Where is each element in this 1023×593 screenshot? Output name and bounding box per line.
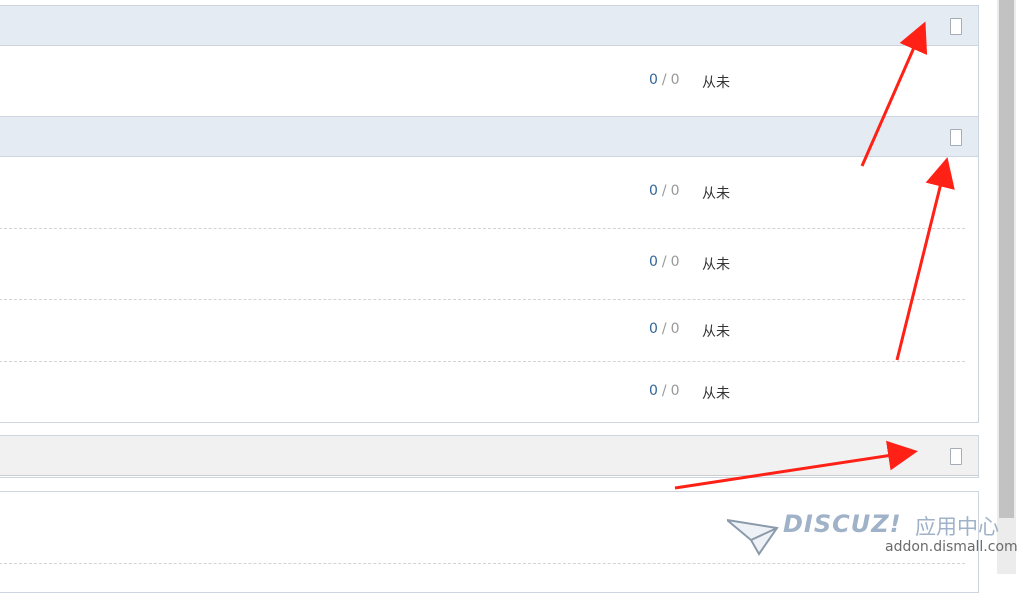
watermark-cn-label: 应用中心 bbox=[915, 515, 999, 539]
forum-stats: 0/0 bbox=[649, 183, 680, 199]
forum-stats: 0/0 bbox=[649, 321, 680, 337]
forum-post-count[interactable]: 0 bbox=[649, 321, 658, 337]
forum-last-post: 从未 bbox=[702, 75, 730, 91]
forum-group-3-header bbox=[0, 436, 978, 476]
forum-row: 0/0 从未 bbox=[0, 46, 978, 116]
paper-plane-icon bbox=[727, 518, 779, 556]
forum-stats: 0/0 bbox=[649, 72, 680, 88]
forum-last-post: 从未 bbox=[702, 386, 730, 402]
forum-view-count: 0 bbox=[670, 383, 680, 399]
forum-row: 0/0 从未 bbox=[0, 361, 978, 422]
collapse-toggle-icon[interactable] bbox=[950, 129, 962, 146]
forum-group-1: 0/0 从未 bbox=[0, 5, 979, 117]
collapse-toggle-icon[interactable] bbox=[950, 448, 962, 465]
forum-stats: 0/0 bbox=[649, 254, 680, 270]
forum-stats: 0/0 bbox=[649, 383, 680, 399]
forum-post-count[interactable]: 0 bbox=[649, 383, 658, 399]
watermark-url: addon.dismall.com bbox=[885, 539, 1018, 555]
forum-group-2: 0/0 从未 0/0 从未 0/0 从未 0/0 从未 bbox=[0, 116, 979, 423]
forum-row: 0/0 从未 bbox=[0, 157, 978, 228]
forum-group-2-header bbox=[0, 117, 978, 157]
forum-post-count[interactable]: 0 bbox=[649, 72, 658, 88]
forum-row: 0/0 从未 bbox=[0, 228, 978, 299]
forum-view-count: 0 bbox=[670, 321, 680, 337]
forum-group-3 bbox=[0, 435, 979, 478]
collapse-toggle-icon[interactable] bbox=[950, 18, 962, 35]
forum-last-post: 从未 bbox=[702, 186, 730, 202]
scrollbar-thumb[interactable] bbox=[999, 0, 1014, 518]
forum-row: 0/0 从未 bbox=[0, 299, 978, 361]
forum-row bbox=[0, 563, 978, 593]
vertical-scrollbar[interactable] bbox=[997, 0, 1016, 574]
forum-view-count: 0 bbox=[670, 254, 680, 270]
forum-view-count: 0 bbox=[670, 72, 680, 88]
forum-last-post: 从未 bbox=[702, 324, 730, 340]
forum-view-count: 0 bbox=[670, 183, 680, 199]
forum-post-count[interactable]: 0 bbox=[649, 183, 658, 199]
forum-group-1-header bbox=[0, 6, 978, 46]
discuz-watermark: DISCUZ! 应用中心 addon.dismall.com bbox=[727, 510, 1018, 560]
watermark-logo: DISCUZ! bbox=[783, 510, 902, 538]
forum-last-post: 从未 bbox=[702, 257, 730, 273]
forum-post-count[interactable]: 0 bbox=[649, 254, 658, 270]
